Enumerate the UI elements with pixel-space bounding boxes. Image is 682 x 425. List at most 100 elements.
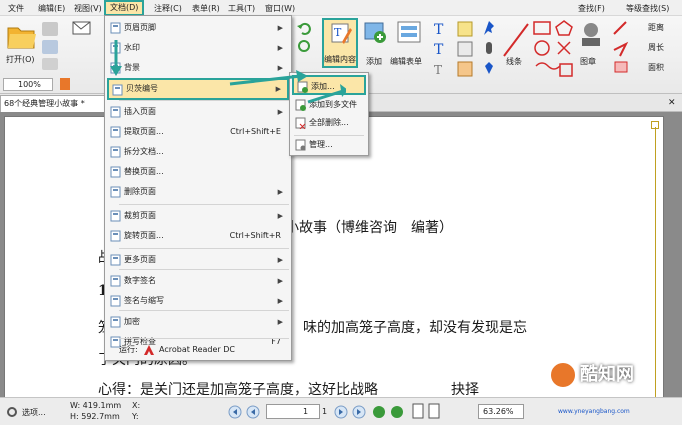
stamp-icon [582,23,600,46]
zoom-value: 100% [18,80,41,89]
manage-icon [295,139,306,151]
page-width: W: 419.1mm [70,401,122,410]
page-number-input[interactable]: 1 [266,404,320,419]
menu-comment[interactable]: 注释(C) [150,2,186,15]
crop-page-icon [110,210,121,222]
menu-item-replace-page[interactable]: 替换页面... [107,162,289,182]
edit-form-label: 编辑表单 [390,57,422,66]
menu-item-bates-numbering[interactable]: 贝茨编号 ▶ [107,78,289,100]
submenu-add-multi-item[interactable]: 添加到多文件 [292,95,366,115]
menu-item-label: 替换页面... [124,167,164,176]
insert-page-icon [110,106,121,118]
add-image-button[interactable] [363,20,389,46]
gear-icon[interactable] [6,406,18,418]
submenu-remove-all-label: 全部删除... [309,118,349,127]
svg-text:T: T [434,22,444,38]
menu-item-more-pages[interactable]: 更多页面 ▶ [107,250,289,270]
next-page-icon[interactable] [334,405,348,419]
menu-item-sign-initials[interactable]: 签名与缩写 ▶ [107,291,289,311]
find-button[interactable]: 查找(F) [574,2,609,15]
open-button[interactable] [6,22,36,52]
edit-content-label: 编辑内容 [324,55,356,64]
menu-item-label: 水印 [124,43,140,52]
print-button[interactable] [42,58,58,70]
undo-icon[interactable] [296,20,312,36]
submenu-arrow-icon: ▶ [277,277,283,285]
menu-edit[interactable]: 编辑(E) [34,2,69,15]
menu-tools[interactable]: 工具(T) [224,2,259,15]
edit-content-button[interactable]: T 编辑内容 [322,18,358,68]
close-doc-button[interactable] [42,22,58,36]
menu-item-label: 删除页面 [124,187,156,196]
distance-tool[interactable]: 距离 [648,22,664,33]
menu-item-label: 背景 [124,63,140,72]
menu-document[interactable]: 文档(D) [104,0,145,16]
menu-item-crop-page[interactable]: 裁剪页面 ▶ [107,206,289,226]
forward-icon[interactable] [390,405,404,419]
menu-item-rotate-page[interactable]: 旋转页面... Ctrl+Shift+R [107,226,289,246]
measure-icon[interactable] [612,20,630,76]
page-height: H: 592.7mm [70,412,120,421]
menu-item-insert-page[interactable]: 插入页面 ▶ [107,102,289,122]
options-button[interactable]: 选项... [22,407,46,418]
submenu-add-item[interactable]: 添加... [292,75,366,95]
menu-item-label: 插入页面 [124,107,156,116]
menu-item-extract-page[interactable]: 提取页面... Ctrl+Shift+E [107,122,289,142]
last-page-icon[interactable] [352,405,366,419]
back-icon[interactable] [372,405,386,419]
open-label: 打开(O) [6,55,35,64]
encrypt-icon [110,316,121,328]
menu-item-watermark[interactable]: 水印 ▶ [107,38,289,58]
edit-content-icon: T [331,23,352,44]
prev-page-icon[interactable] [246,405,260,419]
watermark-url: www.yneyangbang.com [558,408,630,415]
menu-bar: 文件 编辑(E) 视图(V) 文档(D) 注释(C) 表单(R) 工具(T) 窗… [0,0,682,16]
svg-text:T: T [434,63,442,77]
submenu-arrow-icon: ▶ [277,24,283,32]
menu-form[interactable]: 表单(R) [188,2,224,15]
menu-view[interactable]: 视图(V) [70,2,106,15]
color-swatch-icon[interactable] [60,78,70,90]
perimeter-tool[interactable]: 周长 [648,42,664,53]
menu-item-digital-signature[interactable]: 数字签名 ▶ [107,271,289,291]
menu-separator [119,204,289,205]
menu-item-label: 提取页面... [124,127,164,136]
submenu-arrow-icon: ▶ [277,212,283,220]
close-tab-icon[interactable]: ✕ [668,98,676,108]
advanced-find-button[interactable]: 等级查找(S) [622,2,673,15]
save-doc-button[interactable] [42,40,58,54]
menu-item-encrypt[interactable]: 加密 ▶ [107,312,289,332]
menu-item-label: 签名与缩写 [124,296,164,305]
stamp-button[interactable] [578,20,604,50]
edit-form-button[interactable] [396,20,426,46]
zoom-status-select[interactable]: 63.26% [478,404,524,419]
svg-text:T: T [434,42,444,58]
page-number-value: 1 [303,407,309,416]
extract-page-icon [110,126,121,138]
menu-item-delete-page[interactable]: 删除页面 ▶ [107,182,289,202]
menu-item-background[interactable]: 背景 ▶ [107,58,289,78]
menu-item-label: 数字签名 [124,276,156,285]
zoom-status-value: 63.26% [483,407,514,416]
split-document-icon [110,146,121,158]
remove-all-icon [295,117,306,129]
pin-icon[interactable] [482,20,496,80]
zoom-select[interactable]: 100% [3,78,53,91]
submenu-manage-item[interactable]: 管理... [292,135,366,155]
first-page-icon[interactable] [228,405,242,419]
run-acrobat-item[interactable]: 运行: Acrobat Reader DC [107,340,289,360]
menu-window[interactable]: 窗口(W) [261,2,299,15]
area-tool[interactable]: 面积 [648,62,664,73]
menu-item-header-footer[interactable]: 页眉页脚 ▶ [107,18,289,38]
shape-tools-icon[interactable] [532,20,576,80]
rotate-icon[interactable] [296,38,312,54]
digital-signature-icon [110,275,121,287]
submenu-remove-all-item[interactable]: 全部删除... [292,113,366,133]
continuous-page-icon[interactable] [428,403,440,419]
text-tools-icon[interactable]: TTT [432,20,482,80]
mail-icon[interactable] [72,20,92,36]
watermark-logo-icon [549,361,577,389]
menu-item-split-document[interactable]: 拆分文档... [107,142,289,162]
menu-file[interactable]: 文件 [4,2,28,15]
single-page-icon[interactable] [412,403,424,419]
